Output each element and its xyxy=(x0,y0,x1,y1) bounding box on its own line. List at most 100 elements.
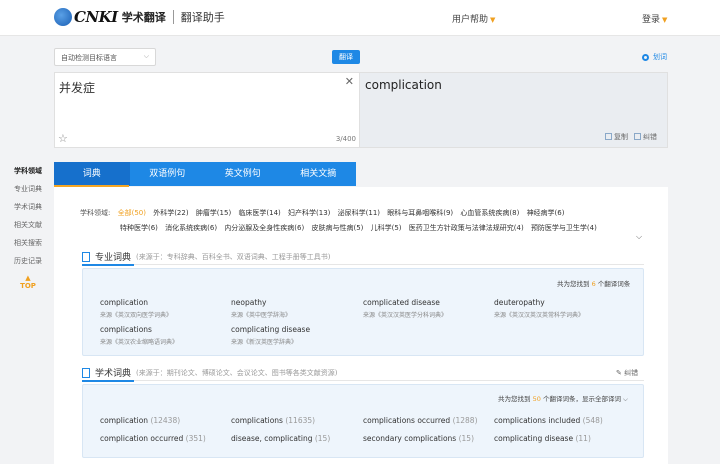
acad-entry[interactable]: secondary complications (15) xyxy=(363,434,474,443)
subject-item[interactable]: 妇产科学(13) xyxy=(288,209,330,217)
logo-name: 学术翻译 xyxy=(121,11,166,24)
entry-source: 来源《英汉汉英医学分科词典》 xyxy=(363,312,448,319)
entry-count: (1288) xyxy=(452,416,478,425)
login-label: 登录 xyxy=(642,15,661,25)
section-divider xyxy=(134,380,644,381)
top-header: CNKI 学术翻译 翻译助手 用户帮助 ▼ 登录 ▼ xyxy=(0,0,720,36)
subject-item[interactable]: 外科学(22) xyxy=(153,209,188,217)
login-menu[interactable]: 登录 ▼ xyxy=(642,12,667,25)
entry-word[interactable]: complications occurred xyxy=(363,416,450,425)
entry-word[interactable]: complication xyxy=(100,298,228,307)
subject-item[interactable]: 肿瘤学(15) xyxy=(196,209,231,217)
entry-word[interactable]: complicated disease xyxy=(363,298,491,307)
pro-dict-entry[interactable]: deuteropathy 来源《英汉汉英汉英常科学词典》 xyxy=(494,298,622,319)
subject-item[interactable]: 泌尿科学(11) xyxy=(338,209,380,217)
tab-bilingual-examples[interactable]: 双语例句 xyxy=(130,162,206,186)
cnki-logo[interactable]: CNKI 学术翻译 翻译助手 xyxy=(54,8,225,26)
entry-word[interactable]: complications included xyxy=(494,416,580,425)
chevron-down-icon[interactable]: ⌵ xyxy=(636,232,642,242)
tab-dictionary[interactable]: 词典 xyxy=(54,162,130,186)
subject-item[interactable]: 神经病学(6) xyxy=(527,209,565,217)
section-divider xyxy=(134,264,644,265)
translate-button[interactable]: 翻译 xyxy=(332,50,360,64)
pro-dict-header: 专业词典 (来源于：专科辞典、百科全书、双语词典、工程手册等工具书) xyxy=(82,250,330,263)
acad-correct-button[interactable]: ✎ 纠错 xyxy=(616,368,638,378)
subject-all[interactable]: 全部(50) xyxy=(118,209,146,217)
found-count: 6 xyxy=(591,280,596,288)
side-nav-item-related-search[interactable]: 相关搜索 xyxy=(14,238,44,248)
back-to-top-label: TOP xyxy=(20,282,36,290)
word-select-toggle[interactable]: 划词 xyxy=(642,52,667,62)
subject-item[interactable]: 皮肤病与性病(5) xyxy=(311,224,363,232)
pro-dict-entry[interactable]: neopathy 来源《英中医学辞海》 xyxy=(231,298,359,319)
entry-source: 来源《新汉英医学辞典》 xyxy=(231,339,298,346)
acad-entry[interactable]: complications included (548) xyxy=(494,416,603,425)
acad-dict-underline xyxy=(82,380,134,382)
side-nav-item-related-docs[interactable]: 相关文献 xyxy=(14,220,44,230)
target-language-select[interactable]: 自动检测目标语言 ⌵ xyxy=(54,48,156,66)
char-count: 3/400 xyxy=(335,135,356,143)
found-suffix: 个翻译词条 xyxy=(597,280,631,288)
found-count: 50 xyxy=(532,395,541,403)
subject-item[interactable]: 特种医学(6) xyxy=(120,224,158,232)
side-nav-item-acad-dict[interactable]: 学术词典 xyxy=(14,202,44,212)
target-text-box: complication 复制 纠错 xyxy=(360,72,668,148)
subject-item[interactable]: 预防医学与卫生学(4) xyxy=(531,224,597,232)
side-nav-item-history[interactable]: 历史记录 xyxy=(14,256,44,266)
entry-source: 来源《英中医学辞海》 xyxy=(231,312,292,319)
entry-word[interactable]: complicating disease xyxy=(494,434,573,443)
subject-item[interactable]: 临床医学(14) xyxy=(238,209,280,217)
side-nav-item-pro-dict[interactable]: 专业词典 xyxy=(14,184,44,194)
target-language-value: 自动检测目标语言 xyxy=(61,54,117,62)
copy-button[interactable]: 复制 xyxy=(605,132,628,142)
chevron-down-icon: ⌵ xyxy=(143,52,149,60)
acad-entry[interactable]: complicating disease (11) xyxy=(494,434,591,443)
entry-word[interactable]: complications xyxy=(231,416,283,425)
found-prefix: 共为您找到 xyxy=(498,395,531,403)
source-text-box[interactable]: 并发症 ✕ ☆ 3/400 xyxy=(54,72,360,148)
acad-entry[interactable]: complication occurred (351) xyxy=(100,434,206,443)
acad-entry[interactable]: complications occurred (1288) xyxy=(363,416,478,425)
subject-item[interactable]: 消化系统疾病(6) xyxy=(165,224,217,232)
found-suffix: 个翻译词条，显示全部译词 xyxy=(542,395,621,403)
clear-icon[interactable]: ✕ xyxy=(345,75,354,88)
pro-dict-entry[interactable]: complicated disease 来源《英汉汉英医学分科词典》 xyxy=(363,298,491,319)
entry-word[interactable]: secondary complications xyxy=(363,434,456,443)
tab-related-abstracts[interactable]: 相关文摘 xyxy=(281,162,357,186)
entry-word[interactable]: complicating disease xyxy=(231,325,359,334)
entry-source: 来源《英汉汉英汉英常科学词典》 xyxy=(494,312,585,319)
entry-word[interactable]: complications xyxy=(100,325,228,334)
acad-entry[interactable]: complications (11635) xyxy=(231,416,315,425)
pro-dict-entry[interactable]: complicating disease 来源《新汉英医学辞典》 xyxy=(231,325,359,346)
star-icon[interactable]: ☆ xyxy=(58,132,68,145)
pro-dict-entry[interactable]: complications 来源《英汉农业缩略语词典》 xyxy=(100,325,228,346)
user-help-menu[interactable]: 用户帮助 ▼ xyxy=(452,12,495,25)
acad-dict-found[interactable]: 共为您找到 50 个翻译词条，显示全部译词 ⌵ xyxy=(498,393,628,404)
acad-correct-label: 纠错 xyxy=(624,369,639,377)
tab-english-examples[interactable]: 英文例句 xyxy=(205,162,281,186)
entry-word[interactable]: complication xyxy=(100,416,148,425)
entry-word[interactable]: complication occurred xyxy=(100,434,183,443)
acad-entry[interactable]: complication (12438) xyxy=(100,416,180,425)
subject-item[interactable]: 内分泌腺及全身性疾病(6) xyxy=(224,224,304,232)
entry-word[interactable]: neopathy xyxy=(231,298,359,307)
entry-word[interactable]: disease, complicating xyxy=(231,434,312,443)
back-to-top-button[interactable]: ▲ TOP xyxy=(20,274,36,290)
subject-item[interactable]: 心血管系统疾病(8) xyxy=(460,209,519,217)
entry-word[interactable]: deuteropathy xyxy=(494,298,622,307)
entry-count: (351) xyxy=(185,434,206,443)
pro-dict-entry[interactable]: complication 来源《英汉双向医学词典》 xyxy=(100,298,228,319)
acad-entry[interactable]: disease, complicating (15) xyxy=(231,434,330,443)
subject-item[interactable]: 儿科学(5) xyxy=(371,224,402,232)
globe-icon xyxy=(54,8,72,26)
subject-item[interactable]: 医药卫生方针政策与法律法规研究(4) xyxy=(409,224,524,232)
chevron-down-icon: ⌵ xyxy=(623,395,628,403)
word-select-label: 划词 xyxy=(653,53,667,61)
source-text[interactable]: 并发症 xyxy=(59,79,95,96)
document-icon xyxy=(82,367,90,378)
found-prefix: 共为您找到 xyxy=(557,280,590,288)
chevron-down-icon: ▼ xyxy=(490,16,496,24)
subject-item[interactable]: 眼科与耳鼻咽喉科(9) xyxy=(387,209,453,217)
radio-icon xyxy=(642,53,649,61)
correct-button[interactable]: 纠错 xyxy=(634,132,657,142)
